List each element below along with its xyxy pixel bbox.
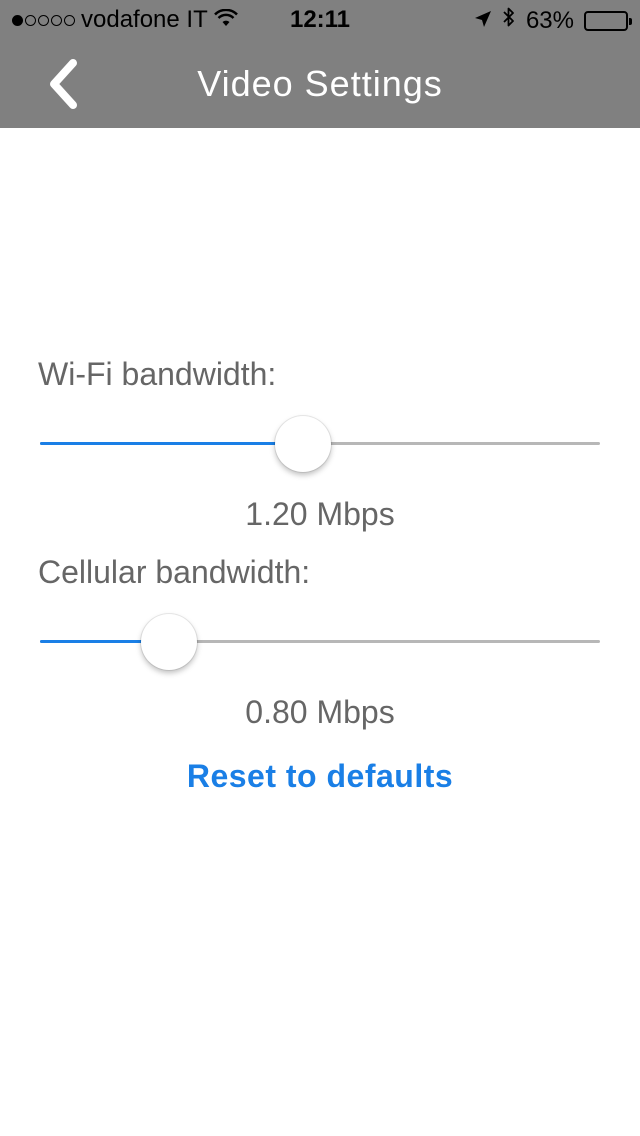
slider-fill xyxy=(40,442,304,445)
battery-percent: 63% xyxy=(525,6,574,34)
cellular-bandwidth-value: 0.80 Mbps xyxy=(245,694,395,730)
wifi-bandwidth-value: 1.20 Mbps xyxy=(245,496,395,532)
battery-icon xyxy=(584,10,632,31)
status-right: 63% xyxy=(474,6,632,35)
location-arrow-icon xyxy=(474,7,492,35)
slider-thumb[interactable] xyxy=(275,416,332,472)
app-screen: vodafone IT 12:11 63% Video Settings Wi-… xyxy=(0,0,640,1136)
cellular-bandwidth-slider[interactable] xyxy=(40,612,600,672)
wifi-bandwidth-label: Wi-Fi bandwidth: xyxy=(38,356,277,392)
cellular-bandwidth-label: Cellular bandwidth: xyxy=(38,554,311,590)
wifi-bandwidth-slider[interactable] xyxy=(40,414,600,474)
status-bar: vodafone IT 12:11 63% xyxy=(0,0,640,40)
page-title: Video Settings xyxy=(197,63,443,104)
slider-thumb[interactable] xyxy=(140,614,197,670)
navigation-bar: Video Settings xyxy=(0,40,640,128)
header: vodafone IT 12:11 63% Video Settings xyxy=(0,0,640,128)
bluetooth-icon xyxy=(502,6,516,35)
reset-to-defaults-button[interactable]: Reset to defaults xyxy=(0,758,640,795)
